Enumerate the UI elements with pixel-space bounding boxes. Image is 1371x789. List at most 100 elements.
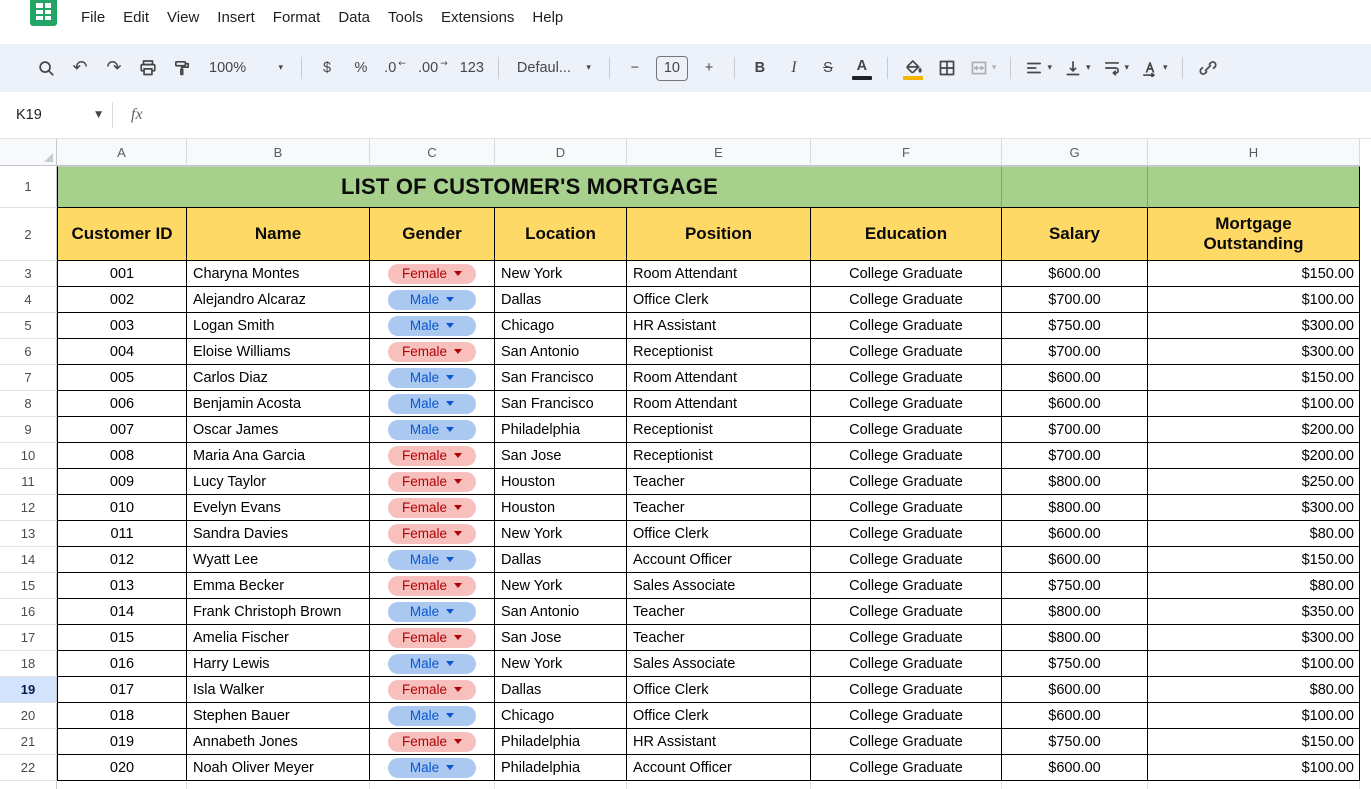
format-percent-button[interactable]: % [345, 53, 377, 83]
menu-help[interactable]: Help [523, 3, 572, 32]
cell-mortgage[interactable]: $300.00 [1148, 495, 1360, 521]
cell-education[interactable]: College Graduate [811, 755, 1002, 781]
cell-name[interactable]: Charyna Montes [187, 261, 370, 287]
row-header-19[interactable]: 19 [0, 677, 57, 703]
cell-position[interactable]: Receptionist [627, 339, 811, 365]
cell-salary[interactable]: $750.00 [1002, 573, 1148, 599]
row-header-21[interactable]: 21 [0, 729, 57, 755]
cell-location[interactable]: New York [495, 651, 627, 677]
cell-customer-id[interactable]: 015 [57, 625, 187, 651]
cell-mortgage[interactable]: $300.00 [1148, 339, 1360, 365]
row-header-14[interactable]: 14 [0, 547, 57, 573]
vertical-align-button[interactable]: ▾ [1059, 53, 1096, 83]
table-header-mortgage-outstanding[interactable]: Mortgage Outstanding [1148, 208, 1360, 261]
cell-location[interactable]: San Francisco [495, 365, 627, 391]
search-button[interactable] [30, 53, 62, 83]
cell-location[interactable]: Philadelphia [495, 755, 627, 781]
gender-dropdown-chip[interactable]: Male [388, 419, 476, 440]
cell-gender[interactable]: Male [370, 651, 495, 677]
menu-format[interactable]: Format [264, 3, 330, 32]
gender-dropdown-chip[interactable]: Female [388, 679, 476, 700]
cell-mortgage[interactable]: $80.00 [1148, 573, 1360, 599]
cell-location[interactable]: Dallas [495, 677, 627, 703]
cell-name[interactable]: Lucy Taylor [187, 469, 370, 495]
cell-customer-id[interactable]: 020 [57, 755, 187, 781]
row-header-2[interactable]: 2 [0, 208, 57, 261]
print-button[interactable] [132, 53, 164, 83]
cell-position[interactable]: Teacher [627, 599, 811, 625]
redo-button[interactable]: ↷ [98, 53, 130, 83]
cell-position[interactable]: Room Attendant [627, 391, 811, 417]
select-all-corner[interactable] [0, 139, 57, 166]
cell-gender[interactable]: Male [370, 547, 495, 573]
undo-button[interactable]: ↶ [64, 53, 96, 83]
cell-salary[interactable]: $700.00 [1002, 287, 1148, 313]
cell-mortgage[interactable]: $250.00 [1148, 469, 1360, 495]
cell-salary[interactable]: $750.00 [1002, 313, 1148, 339]
cell-mortgage[interactable]: $100.00 [1148, 287, 1360, 313]
cell-salary[interactable]: $800.00 [1002, 495, 1148, 521]
cell-position[interactable]: Office Clerk [627, 703, 811, 729]
cell-mortgage[interactable]: $100.00 [1148, 391, 1360, 417]
cell-salary[interactable]: $600.00 [1002, 391, 1148, 417]
menu-view[interactable]: View [158, 3, 208, 32]
row-header-stub[interactable] [0, 781, 57, 789]
cell-customer-id[interactable]: 013 [57, 573, 187, 599]
column-header-G[interactable]: G [1002, 139, 1148, 166]
cell-customer-id[interactable]: 001 [57, 261, 187, 287]
cell-name[interactable]: Evelyn Evans [187, 495, 370, 521]
cell-education[interactable]: College Graduate [811, 339, 1002, 365]
sheets-logo-icon[interactable] [30, 0, 57, 26]
cell-position[interactable]: Account Officer [627, 755, 811, 781]
gender-dropdown-chip[interactable]: Female [388, 575, 476, 596]
row-header-15[interactable]: 15 [0, 573, 57, 599]
column-header-F[interactable]: F [811, 139, 1002, 166]
cell-gender[interactable]: Male [370, 391, 495, 417]
cell-education[interactable]: College Graduate [811, 625, 1002, 651]
cell-mortgage[interactable]: $300.00 [1148, 313, 1360, 339]
cell-gender[interactable]: Female [370, 573, 495, 599]
cell-location[interactable]: Philadelphia [495, 729, 627, 755]
gender-dropdown-chip[interactable]: Female [388, 471, 476, 492]
cell-customer-id[interactable]: 008 [57, 443, 187, 469]
cell-customer-id[interactable]: 010 [57, 495, 187, 521]
table-header-gender[interactable]: Gender [370, 208, 495, 261]
cell-name[interactable]: Oscar James [187, 417, 370, 443]
cell-position[interactable]: Office Clerk [627, 521, 811, 547]
gender-dropdown-chip[interactable]: Female [388, 341, 476, 362]
cell-customer-id[interactable]: 019 [57, 729, 187, 755]
cell-education[interactable]: College Graduate [811, 677, 1002, 703]
italic-button[interactable]: I [778, 53, 810, 83]
gender-dropdown-chip[interactable]: Male [388, 601, 476, 622]
gender-dropdown-chip[interactable]: Male [388, 653, 476, 674]
cell-customer-id[interactable]: 004 [57, 339, 187, 365]
cell-position[interactable]: Account Officer [627, 547, 811, 573]
cell-mortgage[interactable]: $80.00 [1148, 521, 1360, 547]
stub-cell[interactable] [627, 781, 811, 789]
menu-extensions[interactable]: Extensions [432, 3, 523, 32]
cell-customer-id[interactable]: 014 [57, 599, 187, 625]
cell-salary[interactable]: $600.00 [1002, 365, 1148, 391]
cell-education[interactable]: College Graduate [811, 261, 1002, 287]
cell-salary[interactable]: $750.00 [1002, 729, 1148, 755]
cell-gender[interactable]: Female [370, 339, 495, 365]
cell-gender[interactable]: Female [370, 443, 495, 469]
cell-gender[interactable]: Female [370, 469, 495, 495]
gender-dropdown-chip[interactable]: Female [388, 445, 476, 466]
increase-decimal-button[interactable]: .00 → [413, 53, 453, 83]
cell-education[interactable]: College Graduate [811, 521, 1002, 547]
cell-education[interactable]: College Graduate [811, 417, 1002, 443]
gender-dropdown-chip[interactable]: Female [388, 627, 476, 648]
cell-customer-id[interactable]: 006 [57, 391, 187, 417]
cell-name[interactable]: Amelia Fischer [187, 625, 370, 651]
row-header-1[interactable]: 1 [0, 166, 57, 208]
row-header-20[interactable]: 20 [0, 703, 57, 729]
cell-customer-id[interactable]: 007 [57, 417, 187, 443]
table-header-name[interactable]: Name [187, 208, 370, 261]
menu-data[interactable]: Data [329, 3, 379, 32]
cell-location[interactable]: San Antonio [495, 599, 627, 625]
cell-customer-id[interactable]: 005 [57, 365, 187, 391]
cell-location[interactable]: San Jose [495, 625, 627, 651]
cell-gender[interactable]: Male [370, 313, 495, 339]
cell-salary[interactable]: $600.00 [1002, 261, 1148, 287]
